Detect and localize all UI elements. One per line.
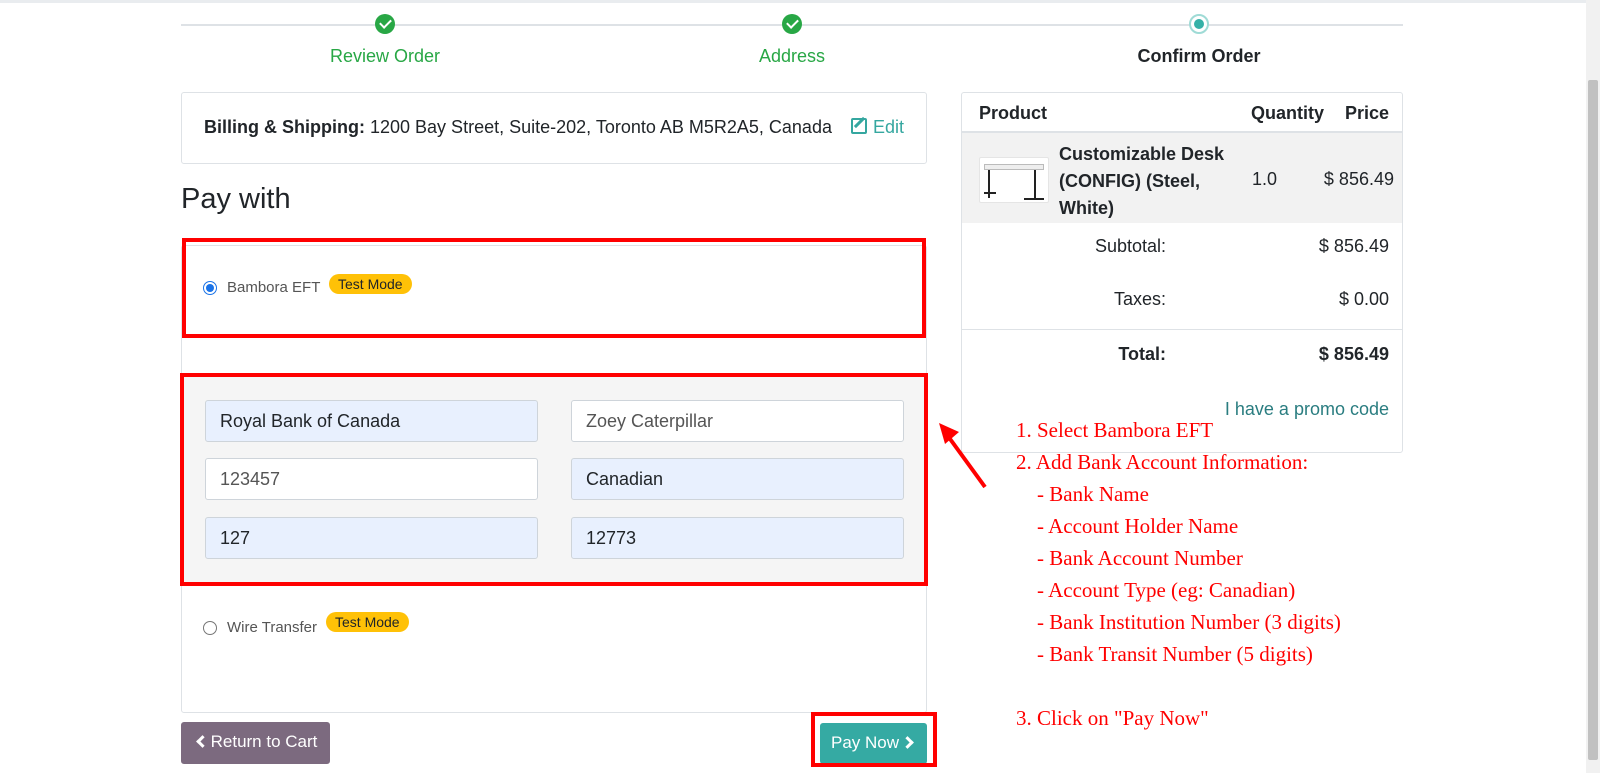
wire-transfer-radio[interactable] [203, 621, 217, 635]
total-value: $ 856.49 [1318, 344, 1389, 364]
summary-item-row: Customizable Desk (CONFIG) (Steel, White… [962, 133, 1402, 223]
edit-address-link[interactable]: Edit [850, 117, 904, 138]
totals-divider [962, 329, 1402, 330]
return-label: Return to Cart [210, 732, 318, 751]
billing-address: 1200 Bay Street, Suite-202, Toronto AB M… [370, 117, 832, 137]
annotation-line-8: - Bank Transit Number (5 digits) [1016, 642, 1313, 666]
billing-shipping-box: Billing & Shipping: 1200 Bay Street, Sui… [181, 92, 927, 164]
step-review-order[interactable]: Review Order [235, 14, 535, 67]
top-border [0, 0, 1600, 3]
taxes-row: Taxes: $ 0.00 [962, 289, 1402, 319]
step-label: Confirm Order [1137, 46, 1261, 66]
highlight-pay-now [811, 712, 937, 767]
annotation-line-3: - Bank Name [1016, 482, 1149, 506]
return-to-cart-button[interactable]: Return to Cart [181, 722, 330, 764]
current-step-icon [1189, 14, 1209, 34]
check-circle-icon [782, 14, 802, 34]
annotation-line-6: - Account Type (eg: Canadian) [1016, 578, 1296, 602]
total-label: Total: [1118, 344, 1166, 364]
highlight-bambora [182, 238, 926, 338]
subtotal-value: $ 856.49 [1318, 236, 1389, 256]
taxes-label: Taxes: [1113, 289, 1166, 309]
item-name: Customizable Desk (CONFIG) (Steel, White… [1059, 144, 1225, 218]
header-product: Product [979, 103, 1048, 123]
annotation-line-1: 1. Select Bambora EFT [1016, 418, 1214, 442]
step-address[interactable]: Address [642, 14, 942, 67]
header-quantity: Quantity [1251, 103, 1325, 123]
annotation-arrow-icon [939, 423, 987, 489]
annotation-line-2: 2. Add Bank Account Information: [1016, 450, 1309, 474]
pay-with-heading: Pay with [181, 183, 291, 215]
summary-header: Product Quantity Price [962, 93, 1402, 133]
page-scrollbar[interactable] [1586, 0, 1600, 773]
subtotal-row: Subtotal: $ 856.49 [962, 236, 1402, 266]
item-quantity: 1.0 [1252, 169, 1278, 189]
scrollbar-thumb[interactable] [1588, 80, 1598, 760]
acquirer-wire-transfer[interactable]: Wire Transfer Test Mode [182, 585, 926, 685]
subtotal-label: Subtotal: [1094, 236, 1166, 256]
edit-label: Edit [872, 117, 904, 137]
annotation-step-3: 3. Click on "Pay Now" [1016, 706, 1209, 730]
order-summary: Product Quantity Price Customizable Desk… [961, 92, 1403, 453]
promo-code-link[interactable]: I have a promo code [1225, 399, 1389, 420]
taxes-value: $ 0.00 [1338, 289, 1389, 309]
billing-label: Billing & Shipping: [204, 117, 365, 137]
step-confirm-order: Confirm Order [1049, 14, 1349, 67]
step-label: Review Order [329, 46, 441, 66]
annotation-line-5: - Bank Account Number [1016, 546, 1243, 570]
check-circle-icon [375, 14, 395, 34]
step-label: Address [758, 46, 826, 66]
annotation-line-4: - Account Holder Name [1016, 514, 1239, 538]
checkout-progress: Review Order Address Confirm Order [181, 14, 1403, 74]
test-mode-badge: Test Mode [326, 612, 409, 632]
header-price: Price [1344, 103, 1389, 123]
item-price: $ 856.49 [1323, 169, 1394, 189]
acquirer-name: Wire Transfer [227, 619, 318, 636]
edit-icon [850, 118, 867, 134]
desk-product-image [979, 157, 1049, 203]
chevron-left-icon [195, 735, 209, 748]
annotation-line-7: - Bank Institution Number (3 digits) [1016, 610, 1341, 634]
highlight-bank-form [180, 373, 928, 586]
total-row: Total: $ 856.49 [962, 344, 1402, 374]
